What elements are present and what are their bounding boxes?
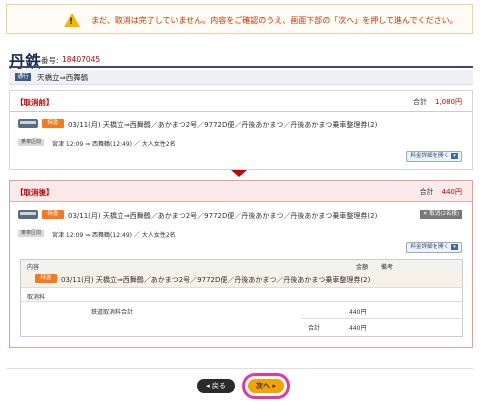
fee-label: 鉄道取消料合計	[91, 309, 134, 316]
itinerary-text: 03/11(月) 天橋立⇒西舞鶴／あかまつ2号／9772D便／丹後あかまつ／丹後…	[68, 212, 378, 220]
fee-value: 440円	[349, 309, 367, 316]
route-badge: 通行	[15, 73, 31, 81]
itinerary-text: 03/11(月) 天橋立⇒西舞鶴／あかまつ2号／9772D便／丹後あかまつ／丹後…	[68, 121, 378, 129]
fee-heading: 取消料	[27, 294, 46, 301]
route-bar: 通行 天橋立⇒西舞鶴	[9, 70, 473, 85]
fee-details-button[interactable]: 料金詳細を開く ▾	[406, 242, 462, 253]
reservation-number-label: 番号:	[41, 56, 59, 65]
train-icon	[18, 210, 38, 219]
chevron-down-icon: ▾	[451, 243, 458, 250]
column-header-notes: 備考	[381, 264, 394, 271]
reservation-number: 18407045	[62, 55, 101, 64]
total-value: 440円	[441, 188, 462, 196]
down-arrow-icon	[231, 170, 247, 177]
ride-details: 宮津 12:09 ⇒ 西舞鶴(12:49) ／ 大人女性2名	[52, 141, 176, 148]
cancel-badge: ✕ 取消(2名様)	[419, 210, 462, 219]
section-total: 合計 1,080円	[412, 98, 462, 106]
limited-express-tag: 特急	[35, 274, 57, 283]
section-title: 【取消後】	[16, 188, 54, 197]
total-value: 1,080円	[434, 98, 462, 106]
after-cancel-section: 【取消後】 合計 440円 特急 03/11(月) 天橋立⇒西舞鶴／あかまつ2号／…	[9, 180, 473, 348]
limited-express-tag: 特急	[42, 119, 64, 128]
route-text: 天橋立⇒西舞鶴	[37, 73, 89, 82]
limited-express-tag: 特急	[42, 210, 64, 219]
section-tag: 乗車区間	[18, 230, 45, 237]
section-title: 【取消前】	[16, 98, 54, 107]
section-tag: 乗車区間	[18, 139, 45, 146]
column-header-content: 内容	[27, 264, 40, 271]
header-divider	[9, 66, 473, 68]
sum-value: 440円	[349, 325, 367, 332]
column-header-amount: 金額	[356, 264, 369, 271]
footer-divider	[6, 368, 473, 369]
fee-details-button[interactable]: 料金詳細を開く ▾	[406, 151, 462, 162]
back-button[interactable]: ◂ 戻る	[197, 379, 235, 393]
warning-banner: ! まだ、取消は完了していません。内容をご確認のうえ、画面下部の「次へ」を押して…	[6, 4, 473, 34]
warning-message: まだ、取消は完了していません。内容をご確認のうえ、画面下部の「次へ」を押して進ん…	[91, 16, 458, 25]
ride-details: 宮津 12:09 ⇒ 西舞鶴(12:49) ／ 大人女性2名	[52, 232, 176, 239]
section-header: 【取消前】 合計 1,080円	[10, 91, 472, 112]
train-icon	[18, 119, 38, 128]
item-description: 03/11(月) 天橋立⇒西舞鶴／あかまつ2号／9772D便／丹後あかまつ／丹後…	[61, 276, 371, 284]
fee-table: 内容 金額 備考 特急 03/11(月) 天橋立⇒西舞鶴／あかまつ2号／9772…	[20, 259, 463, 337]
next-button[interactable]: 次へ ▸	[248, 379, 284, 393]
section-total: 合計 440円	[419, 188, 462, 196]
section-header: 【取消後】 合計 440円	[10, 181, 472, 202]
company-logo: 丹鉄	[9, 52, 42, 71]
chevron-down-icon: ▾	[451, 152, 458, 159]
before-cancel-section: 【取消前】 合計 1,080円 特急 03/11(月) 天橋立⇒西舞鶴／あかまつ2…	[9, 90, 473, 170]
sum-label: 合計	[308, 325, 321, 332]
